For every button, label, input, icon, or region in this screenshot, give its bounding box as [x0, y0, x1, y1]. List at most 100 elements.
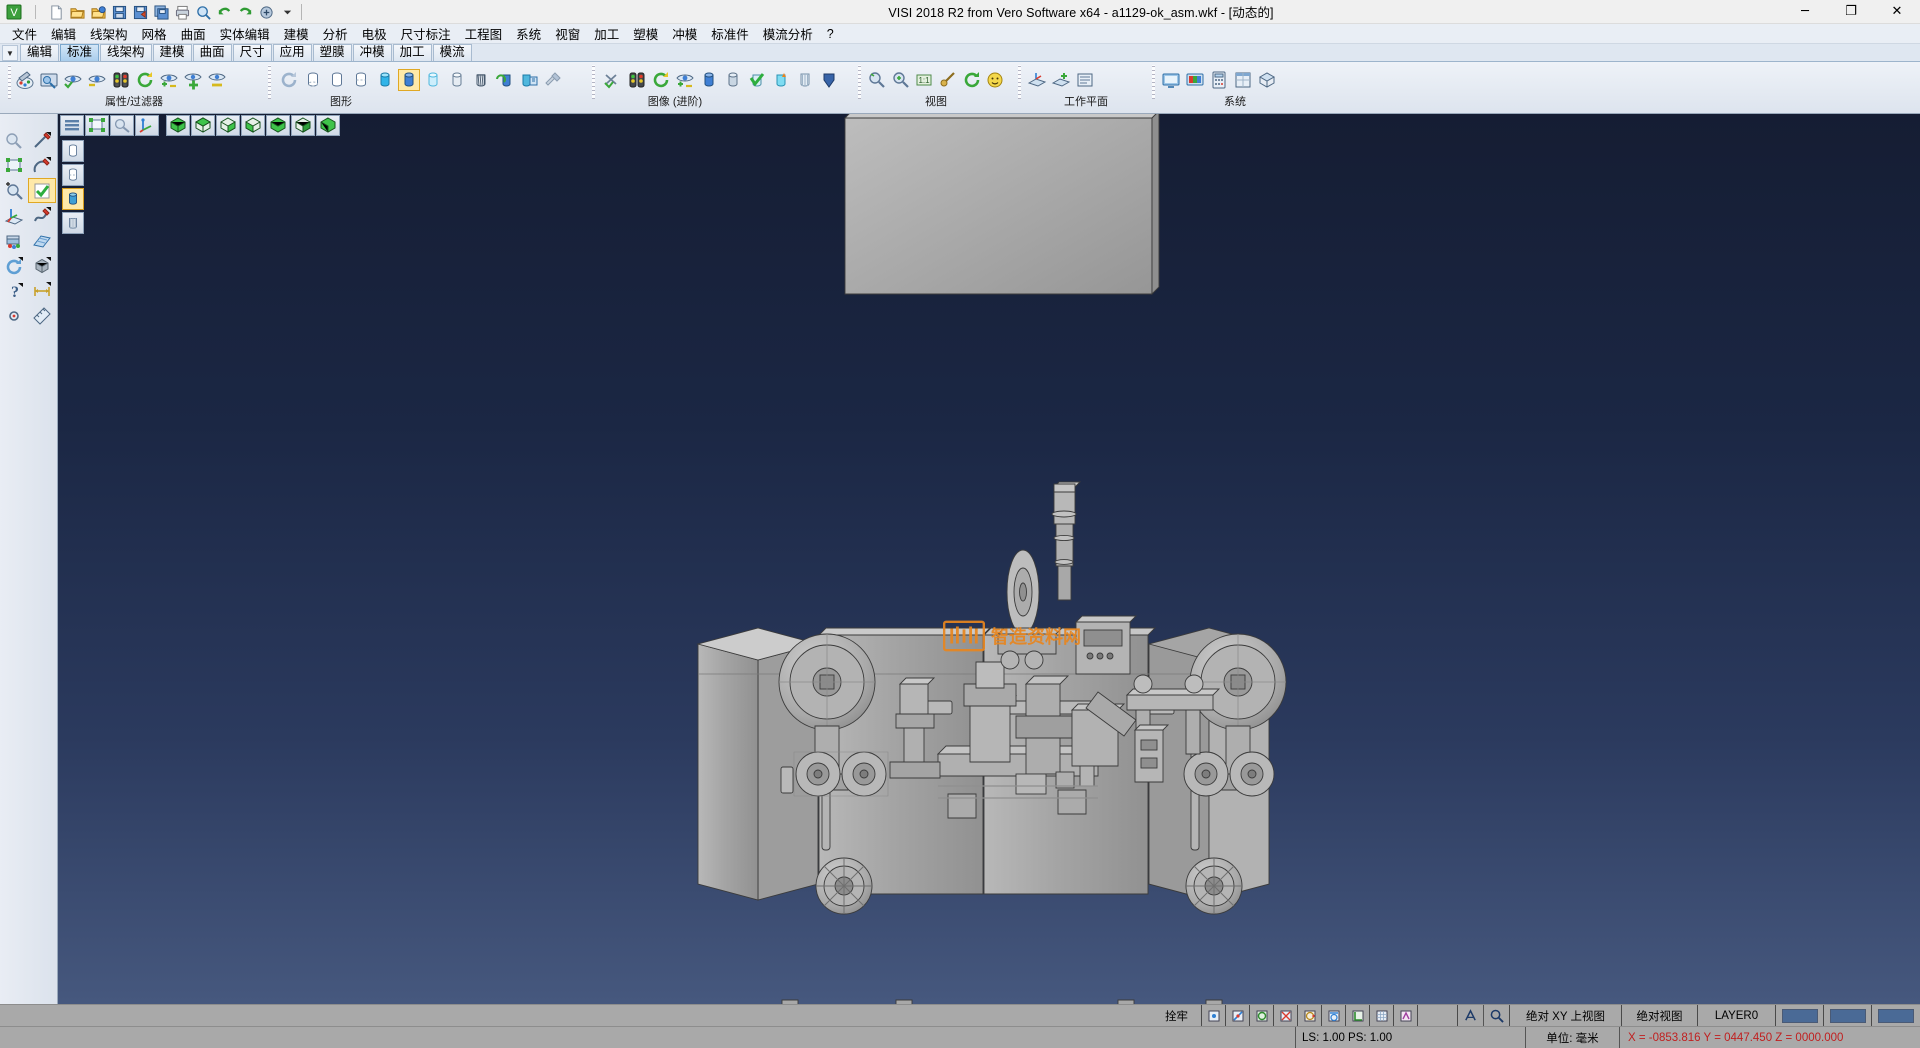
workplane-axis-icon[interactable]	[0, 203, 28, 228]
magnifier-icon[interactable]	[1484, 1005, 1510, 1027]
workplane-xy-icon[interactable]	[1026, 69, 1048, 91]
menu-item-wireframe[interactable]: 线架构	[83, 22, 135, 45]
solid-box-icon[interactable]	[28, 253, 56, 278]
dimension-icon[interactable]	[28, 278, 56, 303]
menu-item-machining[interactable]: 加工	[587, 22, 626, 45]
tab-dimension[interactable]: 尺寸	[233, 44, 272, 61]
tab-press-die[interactable]: 冲模	[353, 44, 392, 61]
redo-icon[interactable]	[235, 2, 255, 22]
tab-mould[interactable]: 塑膜	[313, 44, 352, 61]
toolbar-grip-6[interactable]	[1152, 65, 1155, 99]
section-cylinder-icon[interactable]	[470, 69, 492, 91]
tab-flow[interactable]: 模流	[433, 44, 472, 61]
menu-item-electrode[interactable]: 电极	[355, 22, 394, 45]
close-button[interactable]: ✕	[1874, 0, 1920, 24]
menu-item-surface[interactable]: 曲面	[174, 22, 213, 45]
hide-all-icon[interactable]	[206, 69, 228, 91]
shade-section-icon[interactable]	[62, 212, 84, 234]
regenerate-icon[interactable]	[278, 69, 300, 91]
shaded-translucent-icon[interactable]	[422, 69, 444, 91]
draw-line-icon[interactable]	[28, 128, 56, 153]
zoom-value-icon[interactable]: 1:1	[913, 69, 935, 91]
right-view-icon[interactable]	[241, 115, 265, 136]
rotate-view-icon[interactable]	[961, 69, 983, 91]
shade-cyan-icon[interactable]	[770, 69, 792, 91]
render-icon[interactable]	[518, 69, 540, 91]
system-color-icon[interactable]	[1184, 69, 1206, 91]
snap-perp-icon[interactable]	[1346, 1005, 1370, 1027]
no-render-icon[interactable]	[542, 69, 564, 91]
measure-icon[interactable]	[28, 303, 56, 328]
shade-grey-icon[interactable]	[722, 69, 744, 91]
toolbar-grip-3[interactable]	[592, 65, 595, 99]
toggle-visibility-icon[interactable]	[158, 69, 180, 91]
tab-surface[interactable]: 曲面	[193, 44, 232, 61]
menu-item-dimension[interactable]: 尺寸标注	[394, 22, 458, 45]
zoom-window-icon[interactable]	[866, 69, 888, 91]
axis-rotate-icon[interactable]	[135, 115, 159, 136]
shaded-transparent-icon[interactable]	[374, 69, 396, 91]
toolbar-grip-2[interactable]	[268, 65, 271, 99]
3d-viewport[interactable]: 智造资料网	[58, 114, 1920, 1004]
zoom-dynamic-icon[interactable]	[110, 115, 134, 136]
shade-blue-icon[interactable]	[698, 69, 720, 91]
tab-application[interactable]: 应用	[273, 44, 312, 61]
zoom-in-out-icon[interactable]	[0, 178, 28, 203]
hidden-line-dashed-icon[interactable]	[350, 69, 372, 91]
snap-any-icon[interactable]	[1394, 1005, 1418, 1027]
color-swatch-2[interactable]	[1824, 1005, 1872, 1027]
pan-icon[interactable]	[937, 69, 959, 91]
draw-arc-icon[interactable]	[28, 153, 56, 178]
print-icon[interactable]	[172, 2, 192, 22]
wireframe-cylinder-icon[interactable]	[302, 69, 324, 91]
menu-item-solid-edit[interactable]: 实体编辑	[213, 22, 277, 45]
tab-standard[interactable]: 标准	[60, 44, 99, 61]
maximize-button[interactable]: ❐	[1828, 0, 1874, 24]
system-grid-icon[interactable]	[1256, 69, 1278, 91]
show-all-icon[interactable]	[182, 69, 204, 91]
undo-icon[interactable]	[214, 2, 234, 22]
save-as-icon[interactable]	[130, 2, 150, 22]
snap-grid-icon[interactable]	[1370, 1005, 1394, 1027]
snap-point-icon[interactable]	[0, 303, 28, 328]
open-recent-icon[interactable]	[88, 2, 108, 22]
menu-item-window[interactable]: 视窗	[548, 22, 587, 45]
snap-quadrant-icon[interactable]	[1298, 1005, 1322, 1027]
save-all-icon[interactable]	[151, 2, 171, 22]
menu-item-mesh[interactable]: 网格	[135, 22, 174, 45]
dynamic-shade-icon[interactable]	[494, 69, 516, 91]
menu-item-edit[interactable]: 编辑	[44, 22, 83, 45]
menu-item-modeling[interactable]: 建模	[277, 22, 316, 45]
save-icon[interactable]	[109, 2, 129, 22]
color-palette-icon[interactable]	[14, 69, 36, 91]
show-entity-icon[interactable]	[62, 69, 84, 91]
menu-item-standard-parts[interactable]: 标准件	[704, 22, 756, 45]
list-view-icon[interactable]	[60, 115, 84, 136]
traffic-light-icon[interactable]	[110, 69, 132, 91]
help-query-icon[interactable]: ?	[0, 278, 28, 303]
confirm-check-icon[interactable]	[28, 178, 56, 203]
toolbar-grip-1[interactable]	[8, 65, 11, 99]
draw-spline-icon[interactable]	[28, 203, 56, 228]
snap-end-icon[interactable]	[1202, 1005, 1226, 1027]
snap-center-icon[interactable]	[1250, 1005, 1274, 1027]
properties-icon[interactable]	[256, 2, 276, 22]
front-view-icon[interactable]	[191, 115, 215, 136]
cut-view-icon[interactable]	[602, 69, 624, 91]
shade-striped-icon[interactable]	[794, 69, 816, 91]
toolbar-grip-4[interactable]	[858, 65, 861, 99]
iso-view-icon[interactable]	[166, 115, 190, 136]
menu-item-flow-analysis[interactable]: 模流分析	[756, 22, 820, 45]
bottom-view-icon[interactable]	[316, 115, 340, 136]
redraw-icon[interactable]	[0, 253, 28, 278]
zoom-all-icon[interactable]	[890, 69, 912, 91]
fit-window-icon[interactable]	[85, 115, 109, 136]
shaded-edges-icon[interactable]	[446, 69, 468, 91]
toggle-adv-icon[interactable]	[674, 69, 696, 91]
system-config-icon[interactable]	[1160, 69, 1182, 91]
snap-intersect-icon[interactable]	[1274, 1005, 1298, 1027]
shade-hidden-icon[interactable]	[62, 164, 84, 186]
menu-item-help[interactable]: ?	[820, 25, 841, 43]
menu-item-drafting[interactable]: 工程图	[458, 22, 510, 45]
refresh-adv-icon[interactable]	[650, 69, 672, 91]
